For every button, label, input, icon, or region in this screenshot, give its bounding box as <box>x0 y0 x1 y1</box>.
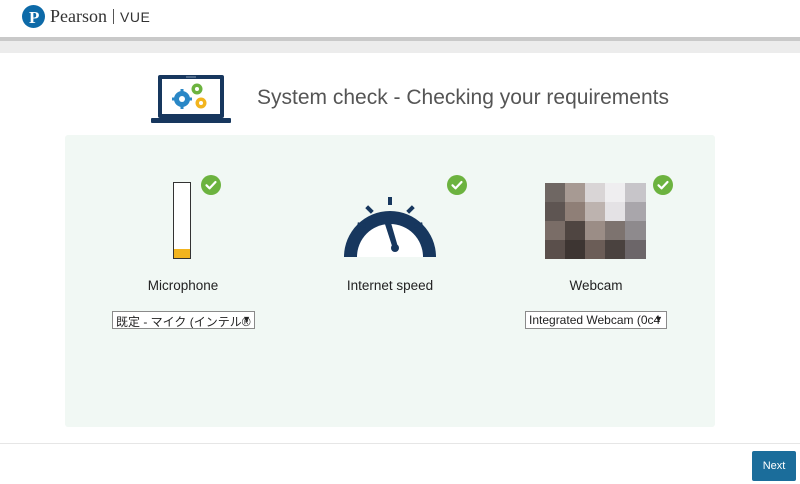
webcam-check-icon <box>653 175 673 195</box>
next-button[interactable]: Next <box>752 451 796 481</box>
footer-divider <box>0 443 800 444</box>
microphone-level-fill <box>174 249 190 258</box>
brand-product: VUE <box>120 8 151 25</box>
pearson-logo-icon: P <box>22 5 45 28</box>
logo-divider <box>113 9 114 24</box>
brand-name: Pearson <box>50 6 107 26</box>
microphone-selected-device: 既定 - マイク (インテル® <box>116 315 251 329</box>
microphone-check-icon <box>201 175 221 195</box>
header-band <box>0 41 800 53</box>
dropdown-arrow-icon: ▼ <box>654 314 663 324</box>
header: P Pearson VUE <box>0 0 800 37</box>
svg-text:P: P <box>29 8 39 27</box>
webcam-device-select[interactable]: Integrated Webcam (0c4 ▼ <box>525 311 667 329</box>
microphone-label: Microphone <box>147 278 219 293</box>
webcam-selected-device: Integrated Webcam (0c4 <box>529 313 661 327</box>
dropdown-arrow-icon: ▼ <box>242 314 251 324</box>
page-title: System check - Checking your requirement… <box>257 86 669 109</box>
internet-speed-label: Internet speed <box>346 278 434 293</box>
speedometer-icon <box>340 180 440 262</box>
internet-speed-check-icon <box>447 175 467 195</box>
pearson-vue-logo: P Pearson VUE <box>22 5 150 28</box>
webcam-preview-image <box>545 183 646 259</box>
microphone-device-select[interactable]: 既定 - マイク (インテル® ▼ <box>112 311 255 329</box>
laptop-gears-icon <box>151 73 231 129</box>
microphone-level-meter <box>173 182 191 259</box>
webcam-label: Webcam <box>569 278 623 293</box>
